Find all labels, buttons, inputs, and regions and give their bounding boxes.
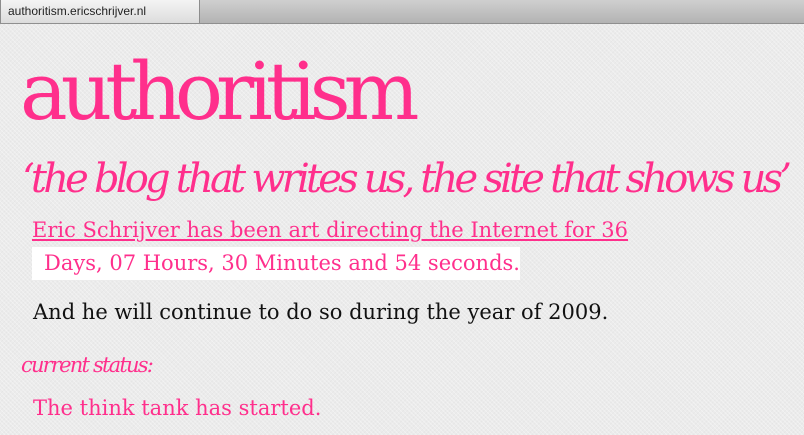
- counter-line-1: Eric Schrijver has been art directing th…: [32, 218, 629, 242]
- status-text: The think tank has started.: [33, 396, 322, 420]
- counter-line-2: Days, 07 Hours, 30 Minutes and 54 second…: [32, 247, 520, 280]
- browser-tab-bar: authoritism.ericschrijver.nl: [0, 0, 804, 24]
- browser-tab[interactable]: authoritism.ericschrijver.nl: [0, 0, 200, 23]
- continuation-text: And he will continue to do so during the…: [33, 300, 609, 324]
- site-title: authoritism: [20, 45, 420, 138]
- status-heading: current status:: [21, 353, 154, 377]
- site-tagline: ‘the blog that writes us, the site that …: [22, 156, 792, 202]
- art-direction-counter-link[interactable]: Eric Schrijver has been art directing th…: [32, 214, 672, 280]
